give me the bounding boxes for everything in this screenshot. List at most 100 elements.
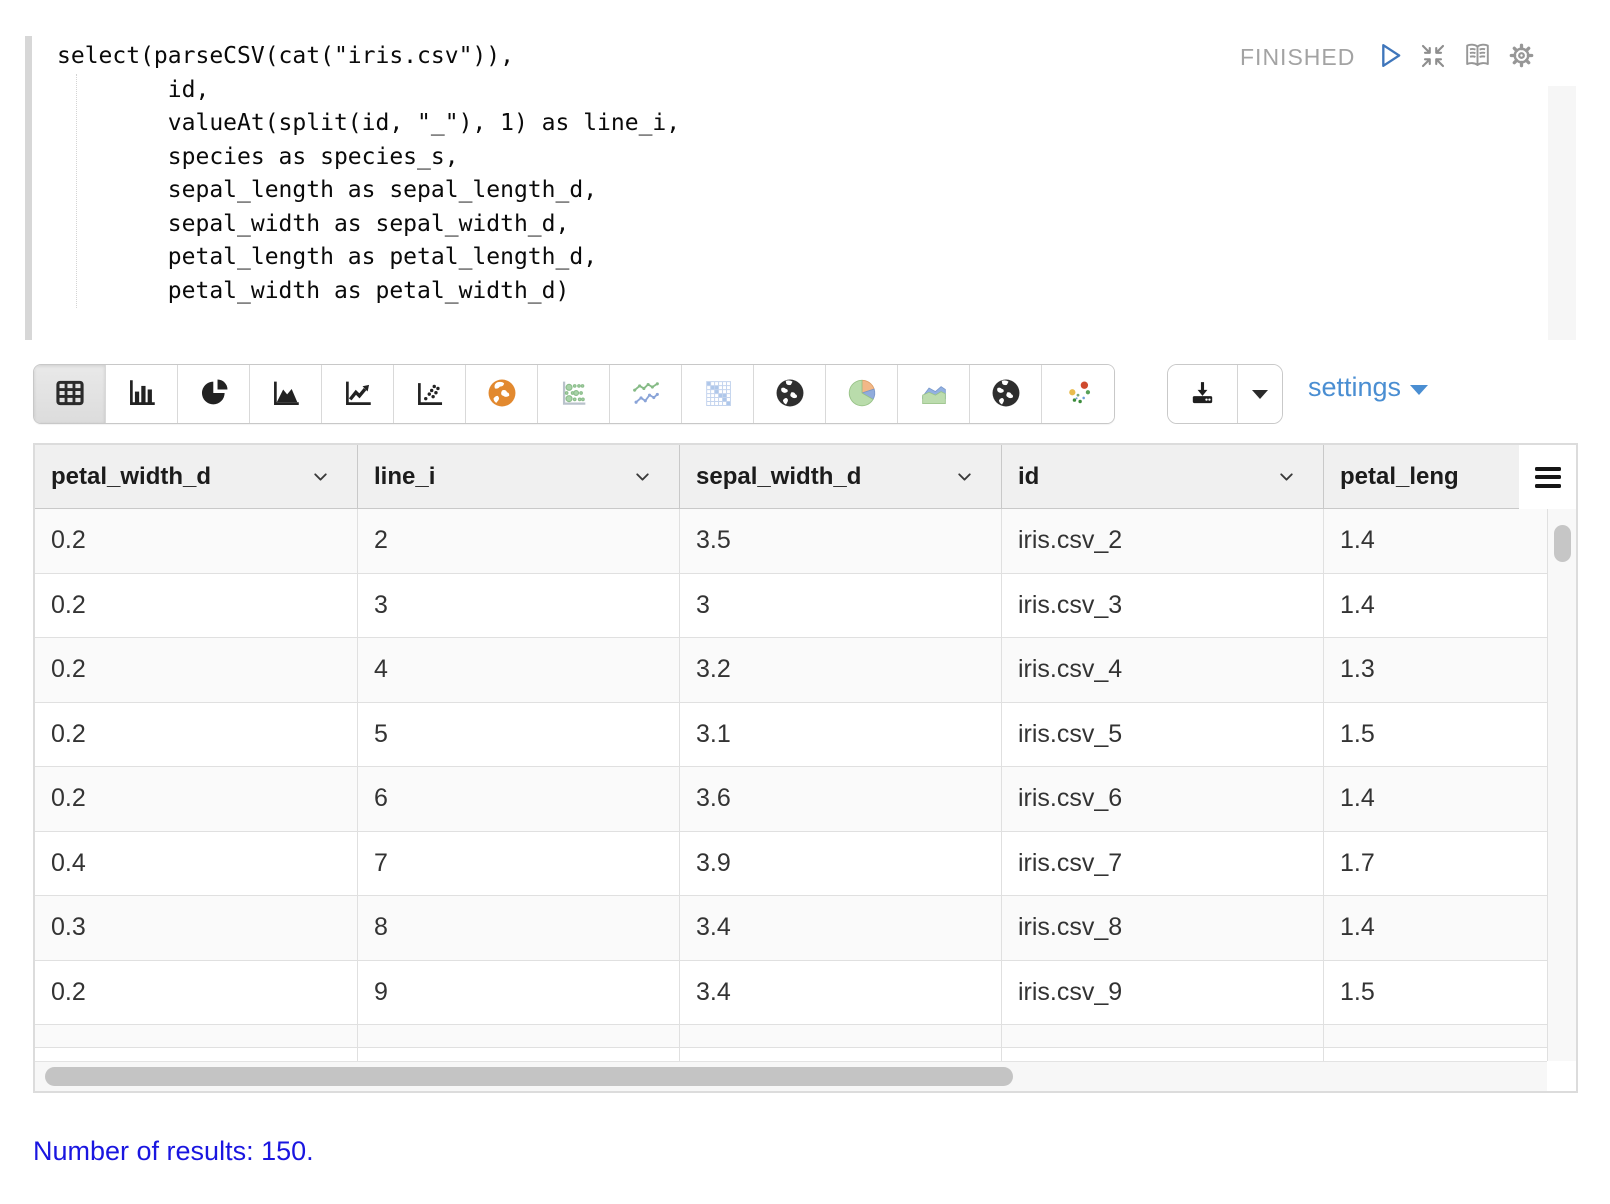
table-cell [1001, 1048, 1323, 1061]
table-cell: 1.4 [1323, 896, 1547, 960]
chart-type-globe-map-2-button[interactable] [970, 365, 1042, 423]
chart-type-heatmap-button[interactable] [682, 365, 754, 423]
table-cell [35, 1025, 357, 1047]
table-cell: 3.1 [679, 703, 1001, 767]
bubble-chart-icon [557, 376, 591, 413]
table-cell: 3.9 [679, 832, 1001, 896]
table-cell: 3.4 [679, 896, 1001, 960]
column-header-sepal_width_d[interactable]: sepal_width_d [679, 445, 1001, 508]
book-icon [1461, 39, 1494, 75]
table-cell: 3 [679, 574, 1001, 638]
table-cell [679, 1025, 1001, 1047]
table-row-partial [35, 1025, 1547, 1048]
chevron-down-icon[interactable] [310, 466, 331, 487]
settings-link[interactable]: settings [1308, 372, 1428, 403]
book-button[interactable] [1460, 40, 1494, 74]
chart-type-bar-chart-button[interactable] [106, 365, 178, 423]
table-cell: iris.csv_5 [1001, 703, 1323, 767]
chart-type-bubble-chart-button[interactable] [538, 365, 610, 423]
horizontal-scrollbar-thumb[interactable] [45, 1067, 1013, 1086]
compress-icon [1418, 41, 1448, 74]
table-cell: 0.3 [35, 896, 357, 960]
chevron-down-icon[interactable] [954, 466, 975, 487]
vertical-scrollbar-thumb[interactable] [1554, 525, 1571, 562]
table-cell: 5 [357, 703, 679, 767]
hamburger-icon [1535, 467, 1561, 488]
paragraph-status: FINISHED [1240, 44, 1355, 71]
chart-type-toolbar [33, 364, 1115, 424]
table-cell: 1.4 [1323, 767, 1547, 831]
table-row: 0.383.4iris.csv_81.4 [35, 896, 1547, 961]
area-colored-icon [917, 376, 951, 413]
chevron-down-icon[interactable] [632, 466, 653, 487]
table-cell: 1.7 [1323, 832, 1547, 896]
table-cell: 0.4 [35, 832, 357, 896]
gear-icon [1505, 39, 1538, 75]
table-cell: 0.2 [35, 961, 357, 1025]
notebook-paragraph: select(parseCSV(cat("iris.csv")), id, va… [0, 0, 1610, 1204]
bar-chart-icon [125, 376, 159, 413]
table-cell: 0.2 [35, 509, 357, 573]
table-cell: 0.2 [35, 767, 357, 831]
table-cell: iris.csv_9 [1001, 961, 1323, 1025]
chart-type-line-chart-button[interactable] [322, 365, 394, 423]
chart-type-pie-chart-button[interactable] [178, 365, 250, 423]
editor-scrollbar-track[interactable] [1548, 86, 1576, 340]
table-cell: 3.5 [679, 509, 1001, 573]
settings-caret-icon [1410, 385, 1428, 395]
chart-type-area-colored-button[interactable] [898, 365, 970, 423]
chart-type-scatter-colored-button[interactable] [1042, 365, 1114, 423]
column-header-petal_width_d[interactable]: petal_width_d [35, 445, 357, 508]
collapse-button[interactable] [1416, 40, 1450, 74]
table-cell: 2 [357, 509, 679, 573]
table-cell: 1.5 [1323, 961, 1547, 1025]
table-cell [1323, 1048, 1547, 1061]
pie-chart-icon [197, 376, 231, 413]
horizontal-scrollbar-track[interactable] [35, 1061, 1547, 1091]
table-cell: iris.csv_6 [1001, 767, 1323, 831]
result-table: petal_width_d line_isepal_width_didpetal_… [33, 443, 1578, 1093]
download-group [1167, 364, 1283, 424]
table-cell [679, 1048, 1001, 1061]
table-cell: 7 [357, 832, 679, 896]
table-cell: 3.4 [679, 961, 1001, 1025]
chart-type-globe-map-button[interactable] [754, 365, 826, 423]
column-header-id[interactable]: id [1001, 445, 1323, 508]
table-cell: iris.csv_4 [1001, 638, 1323, 702]
chart-type-area-chart-button[interactable] [250, 365, 322, 423]
table-menu-button[interactable] [1519, 445, 1576, 509]
paragraph-drag-bar[interactable] [25, 36, 32, 340]
column-header-label: petal_width_d [51, 463, 211, 491]
settings-label: settings [1308, 372, 1401, 403]
heatmap-icon [701, 376, 735, 413]
table-body: 0.223.5iris.csv_21.40.233iris.csv_31.40.… [35, 509, 1547, 1025]
download-button[interactable] [1168, 365, 1238, 423]
table-cell: 1.4 [1323, 574, 1547, 638]
table-cell: 0.2 [35, 638, 357, 702]
table-cell: 6 [357, 767, 679, 831]
table-row: 0.243.2iris.csv_41.3 [35, 638, 1547, 703]
code-editor[interactable]: select(parseCSV(cat("iris.csv")), id, va… [57, 40, 680, 308]
table-row: 0.473.9iris.csv_71.7 [35, 832, 1547, 897]
table-row: 0.293.4iris.csv_91.5 [35, 961, 1547, 1026]
download-options-button[interactable] [1238, 365, 1282, 423]
column-header-petal_leng[interactable]: petal_leng [1323, 445, 1547, 508]
table-row: 0.253.1iris.csv_51.5 [35, 703, 1547, 768]
chevron-down-icon[interactable] [1276, 466, 1297, 487]
run-button[interactable] [1372, 40, 1406, 74]
chart-type-table-button[interactable] [34, 365, 106, 423]
vertical-scrollbar-track[interactable] [1547, 509, 1576, 1061]
globe-dark-icon [773, 376, 807, 413]
paragraph-controls [1372, 40, 1538, 74]
chart-type-scatter-chart-button[interactable] [394, 365, 466, 423]
table-cell: 3.2 [679, 638, 1001, 702]
chart-type-pie-colored-button[interactable] [826, 365, 898, 423]
table-row: 0.223.5iris.csv_21.4 [35, 509, 1547, 574]
column-header-line_i[interactable]: line_i [357, 445, 679, 508]
paragraph-settings-button[interactable] [1504, 40, 1538, 74]
chart-type-multi-line-chart-button[interactable] [610, 365, 682, 423]
chart-type-map-orange-button[interactable] [466, 365, 538, 423]
area-chart-icon [269, 376, 303, 413]
table-cell [1323, 1025, 1547, 1047]
scatter-colored-icon [1061, 376, 1095, 413]
